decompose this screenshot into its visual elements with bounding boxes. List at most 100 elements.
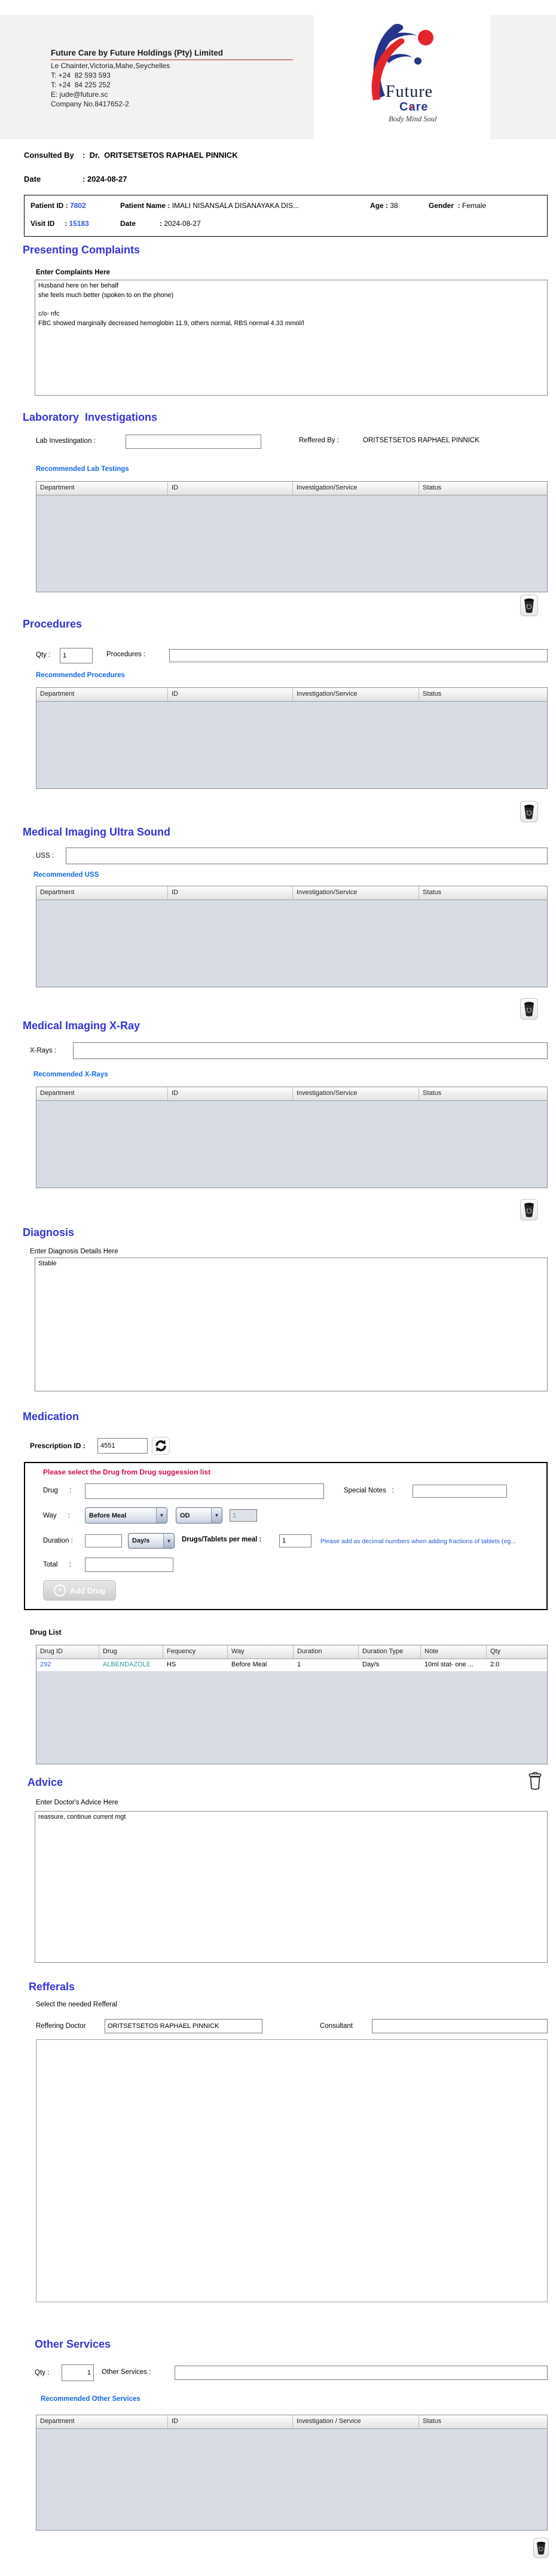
column-header-investigation: Investigation/Service [293, 1087, 419, 1100]
table-header-row: Department ID Investigation/Service Stat… [36, 886, 547, 900]
note-cell: 10ml stat- one ... [421, 1659, 487, 1671]
other-services-table[interactable]: Department ID Investigation / Service St… [36, 2415, 548, 2531]
drug-list-table[interactable]: Drug ID Drug Fequency Way Duration Durat… [36, 1645, 548, 1764]
patient-name-group: Patient Name : IMALI NISANSALA DISANAYAK… [120, 201, 299, 210]
recommended-procedures-link[interactable]: Recommended Procedures [36, 672, 125, 679]
frequency-select[interactable]: OD ▼ [176, 1507, 222, 1523]
column-header-investigation: Investigation/Service [293, 482, 419, 495]
lab-investigation-input[interactable] [126, 435, 261, 449]
visit-id-value: 15183 [69, 219, 88, 228]
drug-table-row[interactable]: 292 ALBENDAZOLE HS Before Meal 1 Day/s 1… [36, 1659, 547, 1671]
company-email: E: jude@future.sc [51, 90, 108, 99]
refresh-prescription-icon[interactable] [152, 1437, 170, 1455]
lab-results-table[interactable]: Department ID Investigation/Service Stat… [36, 481, 548, 592]
section-title-referrals: Refferals [29, 1981, 75, 1993]
column-header-id: ID [168, 688, 293, 701]
xray-recycle-bin-icon[interactable] [520, 1199, 538, 1220]
column-header-qty: Qty [487, 1645, 547, 1659]
prescription-id-input[interactable] [97, 1438, 148, 1454]
trash-icon [528, 1772, 542, 1791]
table-header-row: Drug ID Drug Fequency Way Duration Durat… [36, 1645, 547, 1659]
column-header-status: Status [419, 2415, 547, 2428]
logo-word-future: Future [386, 82, 433, 102]
visit-date-group: Date : 2024-08-27 [120, 219, 201, 228]
patient-id-value: 7802 [70, 201, 86, 210]
xray-table[interactable]: Department ID Investigation/Service Stat… [36, 1087, 548, 1188]
column-header-drug: Drug [99, 1645, 163, 1659]
chevron-down-icon: ▼ [211, 1508, 222, 1523]
column-header-investigation: Investigation/Service [293, 886, 419, 900]
duration-input[interactable] [85, 1534, 122, 1547]
diagnosis-textarea[interactable]: Stable [35, 1258, 548, 1391]
procedures-input[interactable] [169, 649, 548, 662]
procedures-qty-input[interactable] [60, 648, 93, 663]
column-header-department: Department [36, 1087, 168, 1100]
patient-id-label: Patient ID : [30, 201, 70, 210]
other-services-input[interactable] [175, 2366, 548, 2380]
uss-table[interactable]: Department ID Investigation/Service Stat… [36, 886, 548, 987]
add-drug-button[interactable]: + Add Drug [43, 1580, 116, 1601]
referred-by-label: Reffered By : [299, 437, 339, 444]
drug-list-label: Drug List [30, 1628, 62, 1636]
advice-textarea[interactable]: reassure, continue current mgt [35, 1811, 548, 1963]
way-select[interactable]: Before Meal ▼ [85, 1507, 167, 1523]
drug-id-cell: 292 [36, 1659, 99, 1671]
visit-id-group: Visit ID : 15183 [30, 219, 89, 228]
xray-label: X-Rays : [30, 1047, 56, 1054]
prescription-id-label: Prescription ID : [30, 1442, 85, 1450]
procedures-recycle-bin-icon[interactable] [520, 801, 538, 822]
patient-info-bar: Patient ID : 7802 Patient Name : IMALI N… [24, 195, 548, 237]
column-header-status: Status [419, 1087, 547, 1100]
chevron-down-icon: ▼ [163, 1534, 174, 1548]
other-qty-input[interactable] [62, 2364, 94, 2381]
column-header-department: Department [36, 886, 168, 900]
duration-label: Duration : [43, 1537, 73, 1544]
referrals-listbox[interactable] [36, 2039, 548, 2302]
lab-investigation-label: Lab Investingation : [36, 438, 96, 445]
column-header-id: ID [168, 2415, 293, 2428]
total-input[interactable] [85, 1558, 173, 1572]
recommended-xrays-link[interactable]: Recommended X-Rays [33, 1071, 108, 1078]
diagnosis-label: Enter Diagnosis Details Here [30, 1248, 118, 1255]
referred-by-value: ORITSETSETOS RAPHAEL PINNICK [363, 437, 479, 444]
section-title-diagnosis: Diagnosis [23, 1226, 74, 1239]
recommended-uss-link[interactable]: Recommended USS [33, 871, 99, 879]
section-title-procedures: Procedures [23, 618, 82, 631]
duration-type-cell: Day/s [359, 1659, 421, 1671]
company-phone-1: T: +24 82 593 593 [51, 71, 111, 79]
column-header-frequency: Fequency [163, 1645, 228, 1659]
recommended-other-services-link[interactable]: Recommended Other Services [41, 2396, 140, 2403]
advice-trash-icon[interactable] [526, 1770, 544, 1792]
complaints-textarea[interactable]: Husband here on her behalf she feels muc… [35, 280, 548, 396]
logo-tagline: Body Mind Soul [389, 115, 437, 124]
section-title-medication: Medication [23, 1411, 79, 1423]
lab-recycle-bin-icon[interactable] [520, 595, 538, 616]
referring-doctor-input[interactable] [105, 2019, 262, 2033]
date-label: Date [24, 175, 83, 183]
consulted-by-line: Consulted By: Dr. ORITSETSETOS RAPHAEL P… [24, 151, 238, 160]
refresh-icon [154, 1439, 167, 1452]
xray-input[interactable] [73, 1042, 548, 1059]
referring-doctor-label: Reffering Doctor [36, 2023, 86, 2030]
table-header-row: Department ID Investigation/Service Stat… [36, 1087, 547, 1101]
gender-group: Gender : Female [429, 201, 486, 210]
plus-circle-icon: + [54, 1584, 66, 1596]
section-title-xray: Medical Imaging X-Ray [23, 1020, 140, 1032]
uss-recycle-bin-icon[interactable] [520, 998, 538, 1020]
company-phone-2: T: +24 84 225 252 [51, 81, 111, 89]
consultant-input[interactable] [372, 2019, 548, 2033]
company-number: Company No.8417652-2 [51, 100, 129, 108]
way-qty-input [230, 1509, 257, 1522]
colon: : [83, 151, 85, 160]
duration-type-select[interactable]: Day/s ▼ [128, 1533, 175, 1549]
special-notes-input[interactable] [413, 1485, 507, 1498]
drug-input[interactable] [85, 1483, 324, 1499]
fraction-note: Please add as decimal numbers when addin… [320, 1538, 516, 1545]
recommended-lab-testings-link[interactable]: Recommended Lab Testings [36, 466, 129, 473]
per-meal-input[interactable] [279, 1534, 311, 1547]
other-services-recycle-bin-icon[interactable] [533, 2538, 549, 2558]
column-header-drug-id: Drug ID [36, 1645, 99, 1659]
date-value: 2024-08-27 [87, 175, 127, 183]
uss-input[interactable] [66, 848, 548, 864]
procedures-table[interactable]: Department ID Investigation/Service Stat… [36, 687, 548, 789]
